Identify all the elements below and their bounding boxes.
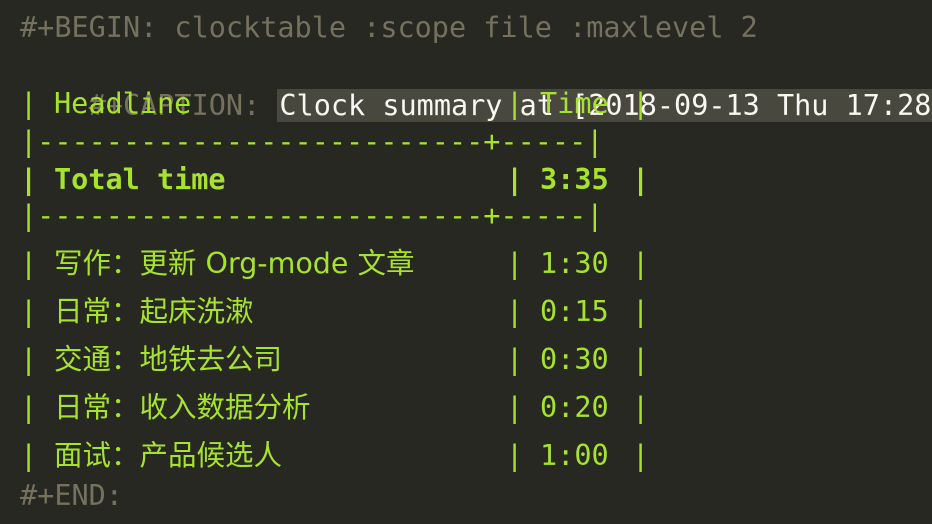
table-pipe: |	[632, 295, 650, 328]
table-pipe: |	[506, 391, 524, 424]
header-time: Time	[540, 87, 609, 120]
table-rule: |--------------------------+-----|	[20, 199, 604, 232]
table-pipe: |	[20, 87, 38, 120]
table-pipe: |	[632, 343, 650, 376]
row-headline: 面试：产品候选人	[54, 439, 283, 472]
row-headline: 写作：更新 Org-mode 文章	[54, 247, 415, 280]
table-row: | 写作：更新 Org-mode 文章 | 1:30 |	[20, 242, 660, 286]
table-pipe: |	[632, 247, 650, 280]
table-row: | 面试：产品候选人 | 1:00 |	[20, 434, 660, 478]
table-row: | 交通：地铁去公司 | 0:30 |	[20, 338, 660, 382]
row-time: 0:20	[540, 391, 609, 424]
clocktable-end-line: #+END:	[20, 479, 123, 512]
table-pipe: |	[632, 439, 650, 472]
table-row: | 日常：收入数据分析 | 0:20 |	[20, 386, 660, 430]
row-time: 0:30	[540, 343, 609, 376]
table-pipe: |	[20, 439, 38, 472]
table-pipe: |	[506, 295, 524, 328]
table-pipe: |	[20, 391, 38, 424]
table-pipe: |	[506, 439, 524, 472]
row-headline: 日常：起床洗漱	[54, 295, 254, 328]
table-pipe: |	[20, 247, 38, 280]
row-headline: 交通：地铁去公司	[54, 343, 283, 376]
table-row: | 日常：起床洗漱 | 0:15 |	[20, 290, 660, 334]
org-editor-buffer[interactable]: #+BEGIN: clocktable :scope file :maxleve…	[0, 0, 932, 524]
table-pipe: |	[506, 343, 524, 376]
clocktable-begin-line: #+BEGIN: clocktable :scope file :maxleve…	[20, 11, 758, 44]
caption-line: #+CAPTION: Clock summary at [2018-09-13 …	[20, 46, 932, 122]
row-time: 1:30	[540, 247, 609, 280]
table-pipe: |	[506, 87, 524, 120]
table-pipe: |	[632, 391, 650, 424]
row-time: 1:00	[540, 439, 609, 472]
table-pipe: |	[632, 87, 650, 120]
header-headline: Headline	[54, 87, 192, 120]
table-pipe: |	[20, 343, 38, 376]
table-pipe: |	[20, 295, 38, 328]
table-pipe: |	[506, 247, 524, 280]
table-header-row: | Headline | Time |	[20, 82, 660, 126]
row-headline: 日常：收入数据分析	[54, 391, 311, 424]
table-rule: |--------------------------+-----|	[20, 125, 604, 158]
table-pipe: |	[632, 163, 650, 196]
row-time: 0:15	[540, 295, 609, 328]
